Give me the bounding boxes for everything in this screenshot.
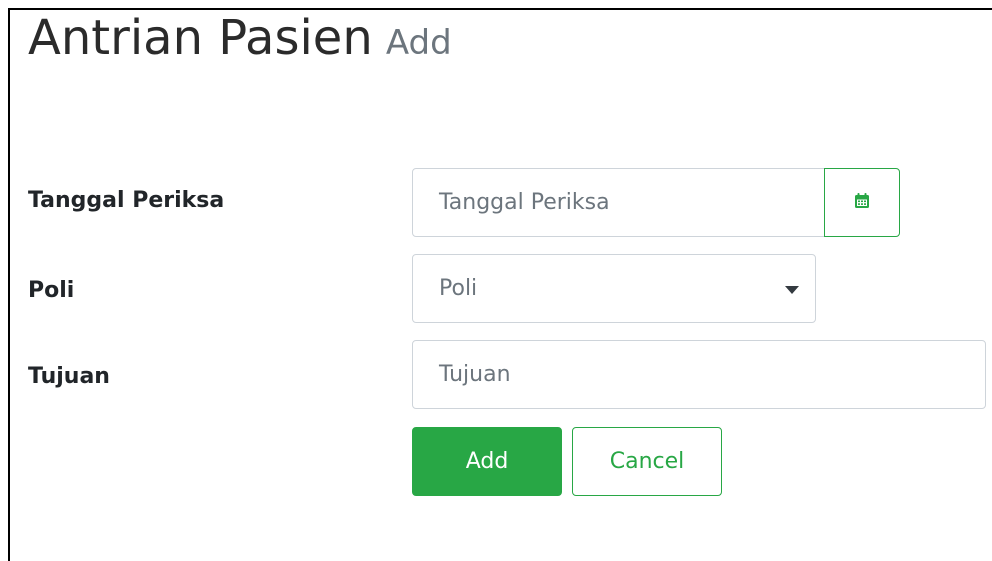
tujuan-placeholder: Tujuan — [439, 362, 511, 387]
chevron-down-icon — [785, 285, 799, 294]
poli-select[interactable]: Poli — [412, 254, 816, 323]
poli-label: Poli — [28, 278, 75, 303]
page-heading: Antrian Pasien Add — [28, 14, 452, 62]
calendar-button[interactable] — [824, 168, 900, 237]
tanggal-periksa-placeholder: Tanggal Periksa — [439, 190, 610, 215]
add-button[interactable]: Add — [412, 427, 562, 496]
page-title: Antrian Pasien — [28, 10, 373, 66]
calendar-icon — [852, 191, 872, 215]
tujuan-input[interactable]: Tujuan — [412, 340, 986, 409]
page-subtitle: Add — [385, 23, 452, 63]
cancel-button[interactable]: Cancel — [572, 427, 722, 496]
tujuan-label: Tujuan — [28, 364, 110, 389]
poli-selected-value: Poli — [439, 276, 478, 301]
tanggal-periksa-input[interactable]: Tanggal Periksa — [412, 168, 825, 237]
tanggal-periksa-label: Tanggal Periksa — [28, 188, 225, 213]
